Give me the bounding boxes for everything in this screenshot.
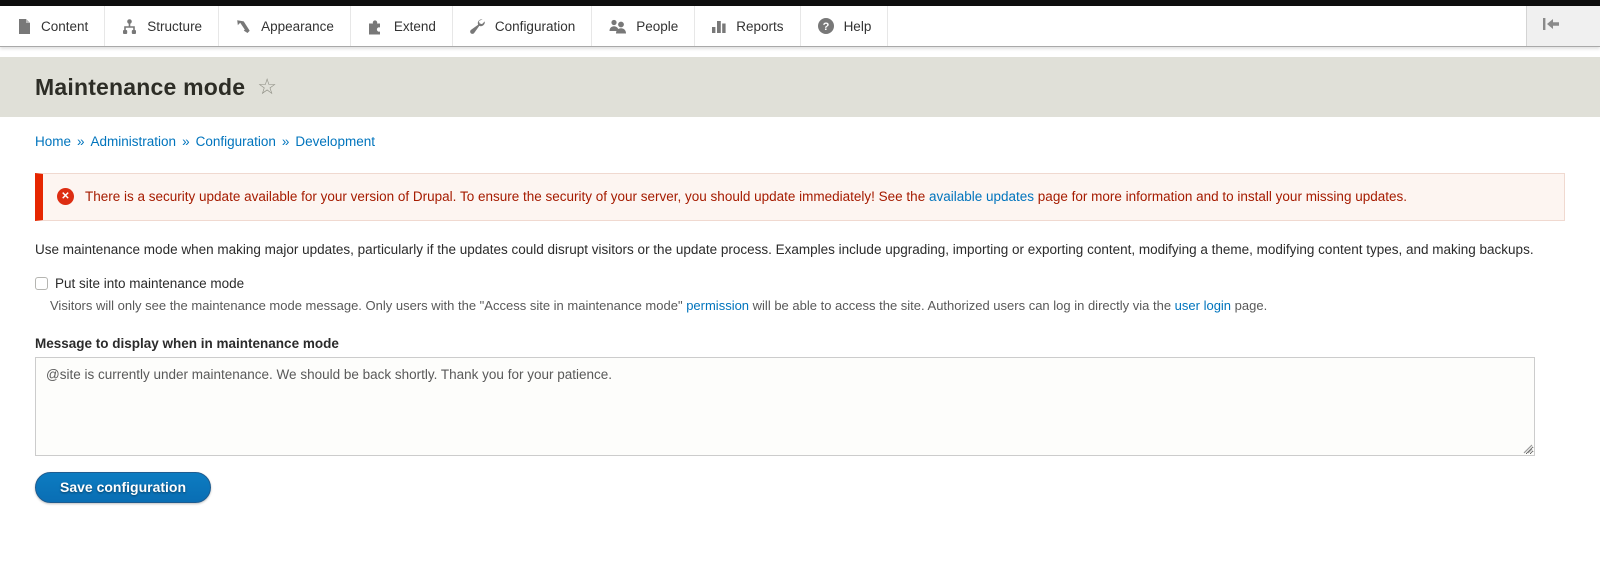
sitemap-icon bbox=[121, 18, 138, 35]
toolbar-item-content[interactable]: Content bbox=[0, 6, 105, 46]
desc-text-part: page. bbox=[1231, 298, 1267, 313]
user-login-link[interactable]: user login bbox=[1175, 298, 1231, 313]
available-updates-link[interactable]: available updates bbox=[929, 189, 1034, 204]
error-text-part: page for more information and to install… bbox=[1034, 189, 1407, 204]
page-content: Home » Administration » Configuration » Develo… bbox=[0, 134, 1600, 503]
maintenance-mode-checkbox-row: Put site into maintenance mode bbox=[35, 276, 1565, 291]
people-icon bbox=[608, 18, 627, 35]
toolbar-item-label: Reports bbox=[736, 19, 783, 34]
maintenance-message-textarea[interactable]: @site is currently under maintenance. We… bbox=[35, 357, 1535, 456]
page-title: Maintenance mode bbox=[35, 74, 245, 101]
toolbar-item-label: Structure bbox=[147, 19, 202, 34]
paintbrush-icon bbox=[235, 18, 252, 35]
toolbar-item-reports[interactable]: Reports bbox=[695, 6, 800, 46]
toolbar-item-extend[interactable]: Extend bbox=[351, 6, 453, 46]
maintenance-mode-checkbox[interactable] bbox=[35, 277, 48, 290]
wrench-icon bbox=[469, 18, 486, 35]
error-message: ✕ There is a security update available f… bbox=[35, 173, 1565, 221]
breadcrumb-link-development[interactable]: Development bbox=[295, 134, 375, 149]
toolbar-item-people[interactable]: People bbox=[592, 6, 695, 46]
permission-link[interactable]: permission bbox=[686, 298, 749, 313]
toolbar-item-label: Content bbox=[41, 19, 88, 34]
maintenance-mode-intro: Use maintenance mode when making major u… bbox=[35, 239, 1565, 261]
error-text-part: There is a security update available for… bbox=[85, 189, 929, 204]
error-message-text: There is a security update available for… bbox=[85, 186, 1407, 208]
file-icon bbox=[16, 18, 32, 35]
maintenance-mode-checkbox-description: Visitors will only see the maintenance m… bbox=[50, 296, 1565, 315]
breadcrumb-separator: » bbox=[77, 134, 85, 149]
toolbar-item-configuration[interactable]: Configuration bbox=[453, 6, 592, 46]
error-icon: ✕ bbox=[57, 188, 74, 205]
toolbar-item-structure[interactable]: Structure bbox=[105, 6, 219, 46]
breadcrumb-link-home[interactable]: Home bbox=[35, 134, 71, 149]
toolbar-item-help[interactable]: ? Help bbox=[801, 6, 889, 46]
maintenance-mode-checkbox-label[interactable]: Put site into maintenance mode bbox=[55, 276, 244, 291]
admin-toolbar: Content Structure Appearance Extend Conf… bbox=[0, 6, 1600, 47]
toolbar-item-label: Extend bbox=[394, 19, 436, 34]
desc-text-part: Visitors will only see the maintenance m… bbox=[50, 298, 686, 313]
toolbar-item-label: Appearance bbox=[261, 19, 334, 34]
puzzle-icon bbox=[367, 18, 385, 35]
shortcut-star-icon[interactable]: ☆ bbox=[257, 76, 277, 98]
help-icon: ? bbox=[817, 17, 835, 35]
toolbar-item-appearance[interactable]: Appearance bbox=[219, 6, 351, 46]
breadcrumb-separator: » bbox=[282, 134, 290, 149]
breadcrumb-separator: » bbox=[182, 134, 190, 149]
toolbar-item-label: Configuration bbox=[495, 19, 575, 34]
svg-text:?: ? bbox=[822, 21, 829, 33]
bar-chart-icon bbox=[711, 18, 727, 35]
breadcrumb-link-administration[interactable]: Administration bbox=[91, 134, 177, 149]
breadcrumb-link-configuration[interactable]: Configuration bbox=[196, 134, 276, 149]
message-field-wrap: @site is currently under maintenance. We… bbox=[35, 357, 1535, 456]
toolbar-orientation-toggle[interactable] bbox=[1526, 6, 1600, 46]
toolbar-collapse-icon bbox=[1542, 17, 1560, 36]
breadcrumb: Home » Administration » Configuration » Develo… bbox=[35, 134, 1565, 149]
toolbar-item-label: People bbox=[636, 19, 678, 34]
save-configuration-button[interactable]: Save configuration bbox=[35, 472, 211, 503]
message-field-label: Message to display when in maintenance m… bbox=[35, 336, 1565, 351]
desc-text-part: will be able to access the site. Authori… bbox=[749, 298, 1175, 313]
toolbar-item-label: Help bbox=[844, 19, 872, 34]
page-header: Maintenance mode ☆ bbox=[0, 57, 1600, 117]
